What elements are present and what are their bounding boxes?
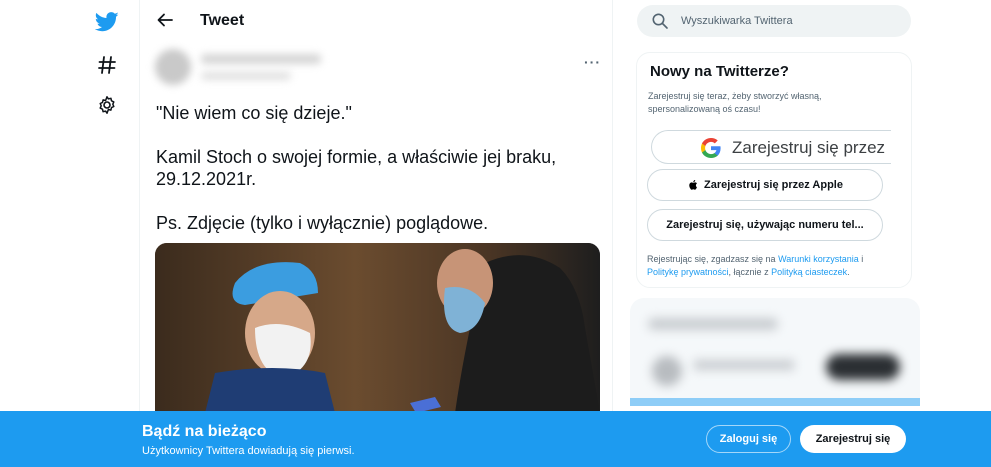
photo-illustration [155, 243, 600, 413]
avatar[interactable] [155, 49, 191, 85]
phone-signup-label: Zarejestruj się, używając numeru tel... [666, 219, 864, 231]
apple-signup-label: Zarejestruj się przez Apple [704, 179, 843, 191]
apple-icon [689, 180, 697, 190]
tweet-line: Kamil Stoch o swojej formie, a właściwie… [156, 147, 557, 189]
twitter-logo-icon[interactable] [90, 5, 124, 39]
tweet-header: Tweet [140, 0, 612, 42]
search-icon [652, 13, 668, 29]
blurred-follow-button [826, 354, 900, 380]
terms-and: i [858, 254, 864, 264]
back-arrow-icon[interactable] [154, 9, 176, 31]
signup-banner: Bądź na bieżąco Użytkownicy Twittera dow… [0, 411, 991, 467]
signup-button[interactable]: Zarejestruj się [800, 425, 906, 453]
blurred-avatar [652, 356, 682, 386]
cookie-policy-link[interactable]: Polityką ciasteczek [771, 267, 847, 277]
tweet-line: Ps. Zdjęcie (tylko i wyłącznie) poglądow… [156, 213, 489, 233]
blurred-name [694, 360, 794, 370]
tweet-line: "Nie wiem co się dzieje." [156, 103, 352, 123]
hashtag-icon[interactable] [90, 48, 124, 82]
search-bar[interactable] [637, 5, 911, 37]
signup-panel-title: Nowy na Twitterze? [650, 63, 789, 80]
privacy-policy-link[interactable]: Politykę prywatności [647, 267, 729, 277]
tweet-text: "Nie wiem co się dzieje." Kamil Stoch o … [156, 102, 596, 256]
page: Tweet ··· "Nie wiem co się dzieje." Kami… [0, 0, 991, 467]
page-title: Tweet [200, 12, 245, 29]
terms-of-service-link[interactable]: Warunki korzystania [778, 254, 859, 264]
tweet-author[interactable] [155, 44, 335, 92]
tweet-column: Tweet ··· "Nie wiem co się dzieje." Kami… [139, 0, 613, 467]
signup-panel: Nowy na Twitterze? Zarejestruj się teraz… [636, 52, 912, 288]
author-name-redacted [201, 54, 321, 64]
search-input[interactable] [681, 11, 891, 31]
banner-subtext: Użytkownicy Twittera dowiadują się pierw… [142, 445, 355, 457]
blurred-strip [630, 398, 920, 406]
signup-panel-subtitle: Zarejestruj się teraz, żeby stworzyć wła… [648, 91, 822, 114]
terms-prefix: Rejestrując się, zgadzasz się na [647, 254, 779, 264]
terms-mid: , łącznie z [728, 267, 772, 277]
apple-signup-button[interactable]: Zarejestruj się przez Apple [647, 169, 883, 201]
login-button[interactable]: Zaloguj się [706, 425, 791, 453]
blurred-heading [648, 318, 778, 330]
tweet-photo[interactable] [155, 243, 600, 413]
google-signup-label: Zarejestruj się przez [732, 138, 886, 157]
google-signup-button[interactable]: Zarejestruj się przez [651, 130, 891, 164]
terms-text: Rejestrując się, zgadzasz się na Warunki… [647, 253, 897, 279]
google-icon [701, 138, 721, 158]
more-options-icon[interactable]: ··· [584, 54, 601, 70]
author-handle-redacted [201, 72, 291, 80]
banner-heading: Bądź na bieżąco [142, 423, 267, 440]
phone-signup-button[interactable]: Zarejestruj się, używając numeru tel... [647, 209, 883, 241]
gear-icon[interactable] [90, 88, 124, 122]
blurred-trends-card [630, 298, 920, 406]
right-sidebar: Nowy na Twitterze? Zarejestruj się teraz… [630, 0, 920, 467]
terms-end: . [847, 267, 850, 277]
